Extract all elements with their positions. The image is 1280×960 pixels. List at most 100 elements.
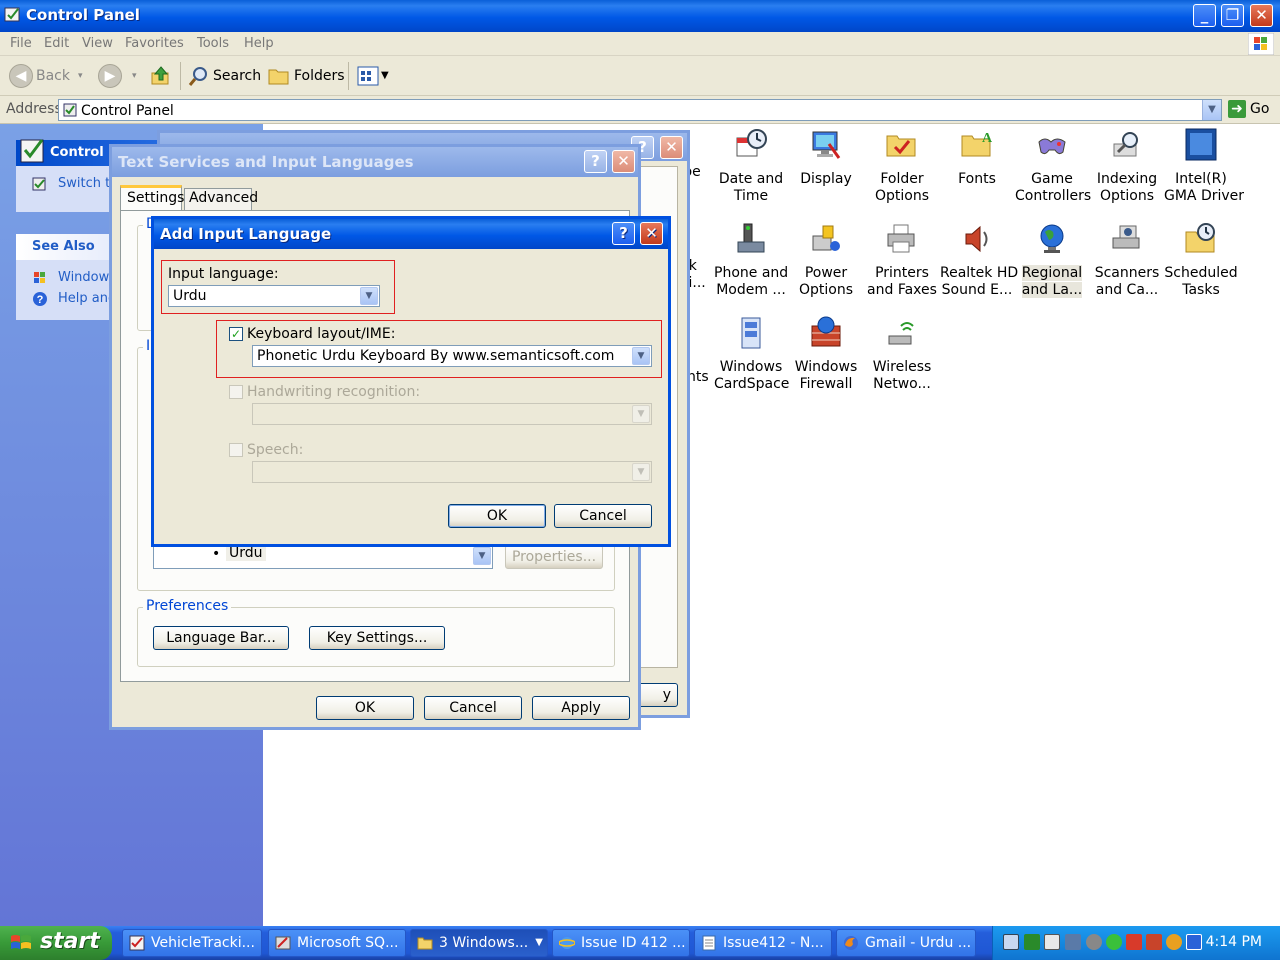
handwriting-checkbox[interactable] <box>229 385 243 399</box>
close-button[interactable]: ✕ <box>1250 4 1273 27</box>
window-titlebar[interactable]: Control Panel _ ❐ ✕ <box>0 0 1280 32</box>
menu-view[interactable]: View <box>82 36 113 51</box>
internet-explorer-icon <box>559 937 575 949</box>
tray-settings-icon[interactable] <box>1086 934 1102 950</box>
text-services-help-button[interactable]: ? <box>584 150 607 173</box>
menu-favorites[interactable]: Favorites <box>125 36 184 51</box>
language-bar-button[interactable]: Language Bar... <box>153 626 289 650</box>
add-language-help-button[interactable]: ? <box>612 222 635 245</box>
speech-checkbox[interactable] <box>229 443 243 457</box>
cp-item-indexing-options[interactable]: Indexing Options <box>1090 128 1164 205</box>
preferences-label: Preferences <box>143 598 232 614</box>
installed-item-urdu[interactable]: Urdu <box>226 545 266 561</box>
cp-item-folder-options[interactable]: Folder Options <box>865 128 939 205</box>
menu-tools[interactable]: Tools <box>197 36 229 51</box>
text-services-close-button[interactable]: ✕ <box>612 150 635 173</box>
cp-item-regional-language[interactable]: Regional and La... <box>1015 222 1089 299</box>
taskbar-item-windows-group[interactable]: 3 Windows... ▼ <box>410 929 548 957</box>
cp-item-display[interactable]: Display <box>789 128 863 188</box>
cp-item-windows-firewall[interactable]: Windows Firewall <box>789 316 863 393</box>
text-services-cancel-button[interactable]: Cancel <box>424 696 522 720</box>
go-button[interactable]: ➜ Go <box>1228 100 1269 120</box>
back-dropdown-icon[interactable]: ▾ <box>78 64 83 88</box>
intel-gma-icon <box>1185 128 1217 161</box>
handwriting-select[interactable]: ▼ <box>252 403 652 425</box>
taskbar-item-vehicletracking[interactable]: VehicleTracki... <box>122 929 262 957</box>
text-services-ok-button[interactable]: OK <box>316 696 414 720</box>
regional-close-button[interactable]: ✕ <box>660 136 683 159</box>
tray-status-icon[interactable] <box>1106 934 1122 950</box>
tab-advanced[interactable]: Advanced <box>184 188 258 210</box>
cp-item-intel-gma[interactable]: Intel(R) GMA Driver <box>1164 128 1244 205</box>
cp-item-printers-faxes[interactable]: Printers and Faxes <box>865 222 939 299</box>
cp-item-game-controllers[interactable]: Game Controllers <box>1015 128 1091 205</box>
speech-dropdown-icon[interactable]: ▼ <box>632 463 650 481</box>
up-folder-icon[interactable] <box>150 65 172 87</box>
tray-network-icon[interactable] <box>1044 934 1060 950</box>
key-settings-button[interactable]: Key Settings... <box>309 626 445 650</box>
taskbar-item-issue412-notepad[interactable]: Issue412 - N... <box>694 929 832 957</box>
see-also-windows-link[interactable]: Windows <box>58 270 116 285</box>
tray-monitor-icon[interactable] <box>1003 934 1019 950</box>
add-language-close-button[interactable]: ✕ <box>640 222 663 245</box>
group-dropdown-icon[interactable]: ▼ <box>535 930 543 956</box>
tray-language-icon[interactable] <box>1186 934 1202 950</box>
address-input[interactable]: Control Panel ▼ <box>58 99 1222 121</box>
cp-item-realtek-sound[interactable]: Realtek HD Sound E... <box>940 222 1018 299</box>
taskbar-item-gmail-firefox[interactable]: Gmail - Urdu ... <box>836 929 976 957</box>
tray-antivirus-icon[interactable] <box>1126 934 1142 950</box>
add-input-language-titlebar[interactable]: Add Input Language ? ✕ <box>154 219 668 249</box>
start-button[interactable]: start <box>0 926 112 960</box>
input-language-select[interactable]: Urdu ▼ <box>168 285 380 307</box>
maximize-button[interactable]: ❐ <box>1221 4 1244 27</box>
back-button[interactable]: Back <box>36 64 70 88</box>
address-value: Control Panel <box>81 103 174 119</box>
forward-dropdown-icon[interactable]: ▾ <box>132 64 137 88</box>
tab-settings[interactable]: Settings <box>120 185 184 211</box>
properties-button[interactable]: Properties... <box>505 545 603 569</box>
speaker-icon <box>965 225 988 253</box>
list-scroll-down-icon[interactable]: ▼ <box>473 547 491 565</box>
views-icon[interactable] <box>357 66 379 86</box>
keyboard-layout-select[interactable]: Phonetic Urdu Keyboard By www.semanticso… <box>252 345 652 367</box>
cp-item-phone-modem[interactable]: Phone and Modem ... <box>714 222 788 299</box>
minimize-button[interactable]: _ <box>1193 4 1216 27</box>
text-services-titlebar[interactable]: Text Services and Input Languages ? ✕ <box>112 147 638 177</box>
keyboard-layout-dropdown-icon[interactable]: ▼ <box>632 347 650 365</box>
menu-file[interactable]: File <box>10 36 32 51</box>
folders-icon[interactable] <box>268 65 290 87</box>
cp-item-date-time[interactable]: Date and Time <box>714 128 788 205</box>
back-arrow-icon[interactable]: ◀ <box>9 64 33 88</box>
cp-item-fonts[interactable]: A Fonts <box>940 128 1014 188</box>
menu-help[interactable]: Help <box>244 36 274 51</box>
views-dropdown-icon[interactable]: ▼ <box>381 64 389 88</box>
menu-edit[interactable]: Edit <box>44 36 69 51</box>
cp-item-wireless-network[interactable]: Wireless Netwo... <box>865 316 939 393</box>
cp-item-windows-cardspace[interactable]: Windows CardSpace <box>714 316 789 393</box>
keyboard-layout-checkbox[interactable]: ✓ <box>229 327 243 341</box>
forward-arrow-icon[interactable]: ▶ <box>98 64 122 88</box>
cp-item-scanners-cameras[interactable]: Scanners and Ca... <box>1090 222 1164 299</box>
text-services-apply-button[interactable]: Apply <box>532 696 630 720</box>
cp-item-power-options[interactable]: Power Options <box>789 222 863 299</box>
address-dropdown-icon[interactable]: ▼ <box>1202 100 1221 120</box>
indexing-options-icon <box>1113 132 1138 157</box>
add-language-cancel-button[interactable]: Cancel <box>554 504 652 528</box>
tray-green-icon[interactable] <box>1024 934 1040 950</box>
add-language-ok-button[interactable]: OK <box>448 504 546 528</box>
input-language-dropdown-icon[interactable]: ▼ <box>360 287 378 305</box>
tray-volume-icon[interactable] <box>1146 934 1162 950</box>
cp-item-scheduled-tasks[interactable]: Scheduled Tasks <box>1164 222 1238 299</box>
taskbar-item-issue-id[interactable]: Issue ID 412 ... <box>552 929 690 957</box>
tray-display-icon[interactable] <box>1065 934 1081 950</box>
handwriting-dropdown-icon[interactable]: ▼ <box>632 405 650 423</box>
svg-text:A: A <box>982 131 993 146</box>
globe-icon <box>1040 224 1064 253</box>
search-button[interactable]: Search <box>213 64 261 88</box>
search-icon[interactable] <box>188 65 210 87</box>
folders-button[interactable]: Folders <box>294 64 345 88</box>
tray-sync-icon[interactable] <box>1166 934 1182 950</box>
see-also-help-link[interactable]: Help and <box>58 291 116 306</box>
speech-select[interactable]: ▼ <box>252 461 652 483</box>
taskbar-item-sql-server[interactable]: Microsoft SQ... <box>268 929 406 957</box>
